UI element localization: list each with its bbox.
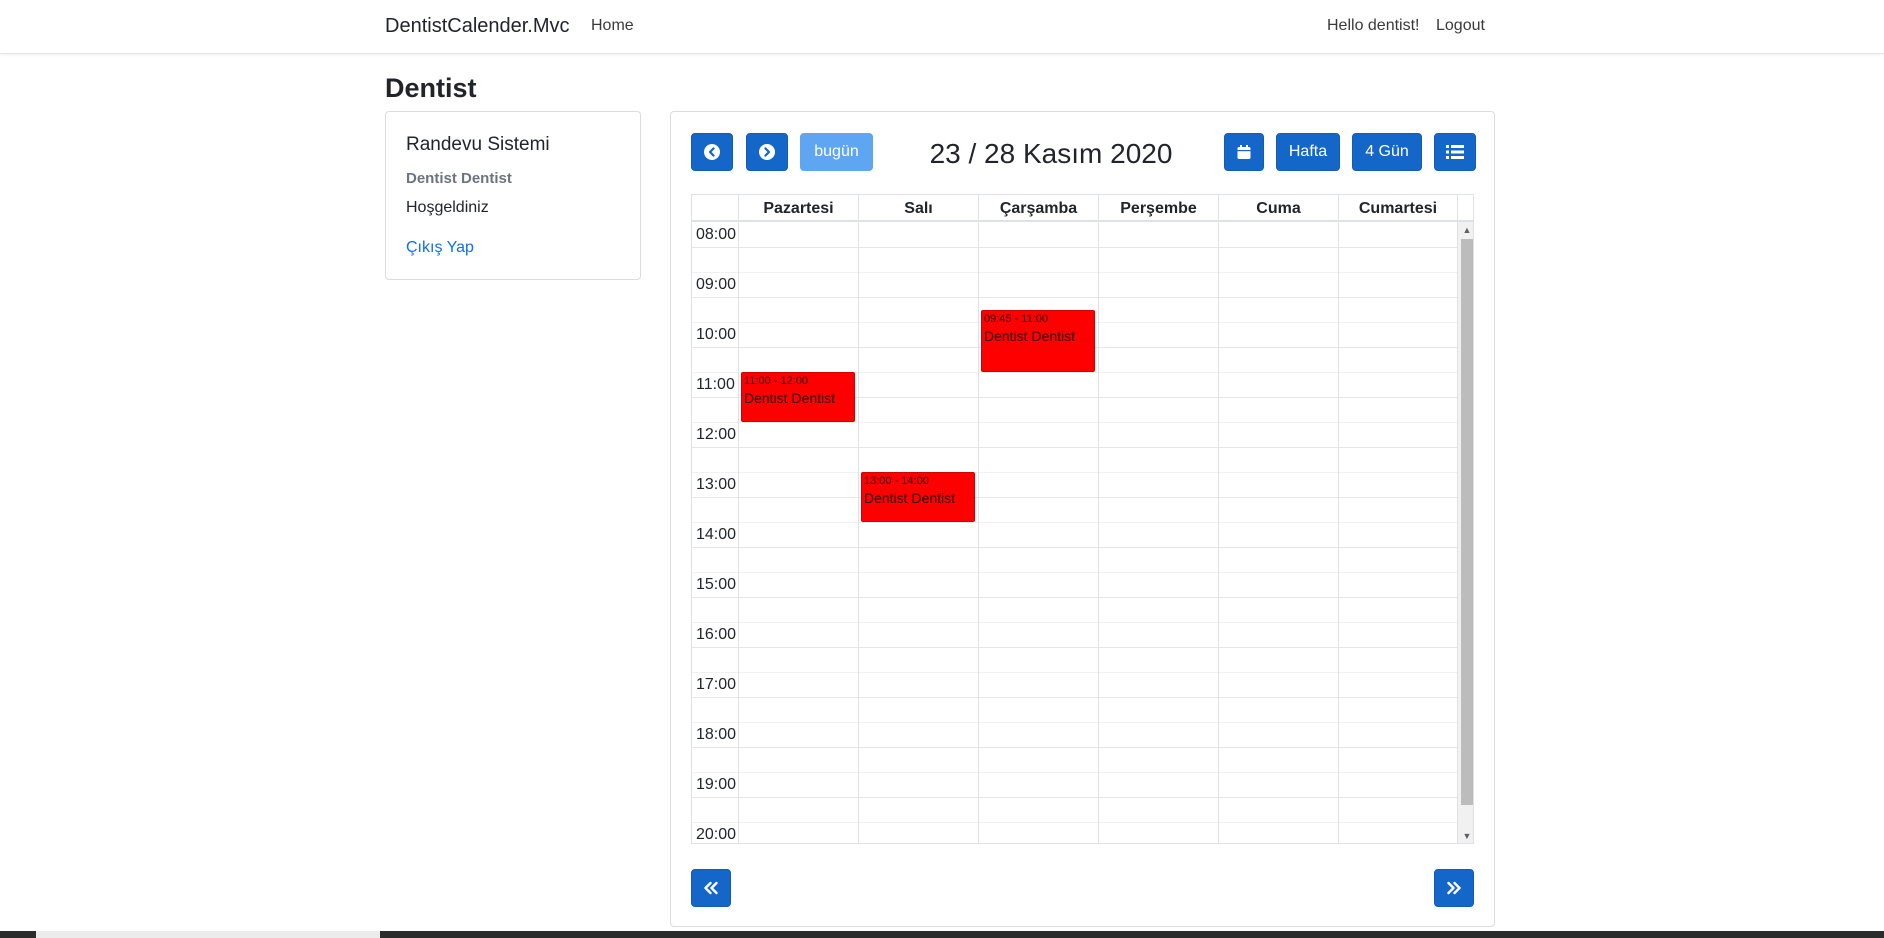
double-chevron-left-icon: [703, 881, 719, 895]
double-chevron-right-icon: [1446, 881, 1462, 895]
scroll-down-arrow-icon[interactable]: ▼: [1458, 828, 1473, 843]
event-title: Dentist Dentist: [984, 328, 1076, 344]
sidebar-user-name: Dentist Dentist: [406, 170, 512, 187]
next-fast-button[interactable]: [1434, 869, 1474, 907]
day-column-monday[interactable]: [738, 222, 858, 843]
event-title: Dentist Dentist: [864, 490, 956, 506]
event-block[interactable]: 11:00 - 12:00 Dentist Dentist: [741, 372, 855, 422]
next-button[interactable]: [746, 133, 788, 171]
time-label: 18:00: [696, 726, 737, 743]
list-view-button[interactable]: [1434, 133, 1476, 171]
prev-fast-button[interactable]: [691, 869, 731, 907]
today-button[interactable]: bugün: [800, 133, 873, 171]
month-view-button[interactable]: [1224, 133, 1264, 171]
time-label: 14:00: [696, 526, 737, 543]
time-grid-body[interactable]: 08:00 09:00 10:00 11:00 12:00 13:00 14:0…: [692, 222, 1457, 843]
day-header-monday: Pazartesi: [738, 195, 858, 222]
day-header-wednesday: Çarşamba: [978, 195, 1098, 222]
nav-home-link[interactable]: Home: [591, 17, 634, 35]
time-label: 13:00: [696, 476, 737, 493]
week-grid: Pazartesi Salı Çarşamba Perşembe Cuma Cu…: [691, 194, 1474, 844]
sidebar-welcome-text: Hoşgeldiniz: [406, 199, 489, 216]
time-label: 20:00: [696, 826, 737, 843]
calendar-card: bugün 23 / 28 Kasım 2020 Hafta 4 Gün Paz…: [670, 111, 1495, 927]
nav-logout-link[interactable]: Logout: [1436, 17, 1485, 35]
grid-scrollbar[interactable]: ▲ ▼: [1457, 222, 1473, 843]
calendar-title: 23 / 28 Kasım 2020: [929, 138, 1173, 169]
bottom-edge-strip: [0, 931, 1884, 938]
time-label: 08:00: [696, 226, 737, 243]
day-column-thursday[interactable]: [1098, 222, 1218, 843]
day-header-saturday: Cumartesi: [1338, 195, 1457, 222]
four-day-view-button[interactable]: 4 Gün: [1352, 133, 1422, 171]
day-header-thursday: Perşembe: [1098, 195, 1218, 222]
week-view-button[interactable]: Hafta: [1276, 133, 1340, 171]
day-column-saturday[interactable]: [1338, 222, 1457, 843]
scrollbar-thumb[interactable]: [1461, 239, 1473, 805]
chevron-left-circle-icon: [704, 144, 720, 160]
event-time: 11:00 - 12:00: [744, 375, 809, 387]
time-label: 19:00: [696, 776, 737, 793]
time-label: 11:00: [696, 376, 735, 393]
grid-header-corner: [692, 195, 738, 222]
event-block[interactable]: 09:45 - 11:00 Dentist Dentist: [981, 310, 1095, 372]
top-navbar: DentistCalender.Mvc Home Hello dentist! …: [0, 0, 1884, 54]
event-block[interactable]: 13:00 - 14:00 Dentist Dentist: [861, 472, 975, 522]
list-icon: [1446, 145, 1464, 159]
sidebar-exit-link[interactable]: Çıkış Yap: [406, 239, 474, 257]
sidebar-title: Randevu Sistemi: [406, 134, 550, 155]
time-label: 12:00: [696, 426, 737, 443]
chevron-right-circle-icon: [759, 144, 775, 160]
page-title: Dentist: [385, 73, 477, 103]
day-header-friday: Cuma: [1218, 195, 1338, 222]
scroll-up-arrow-icon[interactable]: ▲: [1458, 222, 1473, 239]
time-label: 15:00: [696, 576, 737, 593]
prev-button[interactable]: [691, 133, 733, 171]
calendar-icon: [1236, 144, 1252, 160]
event-time: 13:00 - 14:00: [864, 475, 929, 487]
sidebar-card: Randevu Sistemi Dentist Dentist Hoşgeldi…: [385, 111, 641, 280]
nav-hello-user-link[interactable]: Hello dentist!: [1327, 17, 1420, 35]
day-header-tuesday: Salı: [858, 195, 978, 222]
event-time: 09:45 - 11:00: [984, 313, 1049, 325]
time-label: 10:00: [696, 326, 737, 343]
brand-link[interactable]: DentistCalender.Mvc: [385, 15, 570, 38]
grid-header-row: Pazartesi Salı Çarşamba Perşembe Cuma Cu…: [692, 195, 1473, 222]
day-column-tuesday[interactable]: [858, 222, 978, 843]
time-label: 09:00: [696, 276, 737, 293]
day-column-friday[interactable]: [1218, 222, 1338, 843]
event-title: Dentist Dentist: [744, 390, 836, 406]
time-label: 16:00: [696, 626, 737, 643]
time-label: 17:00: [696, 676, 737, 693]
